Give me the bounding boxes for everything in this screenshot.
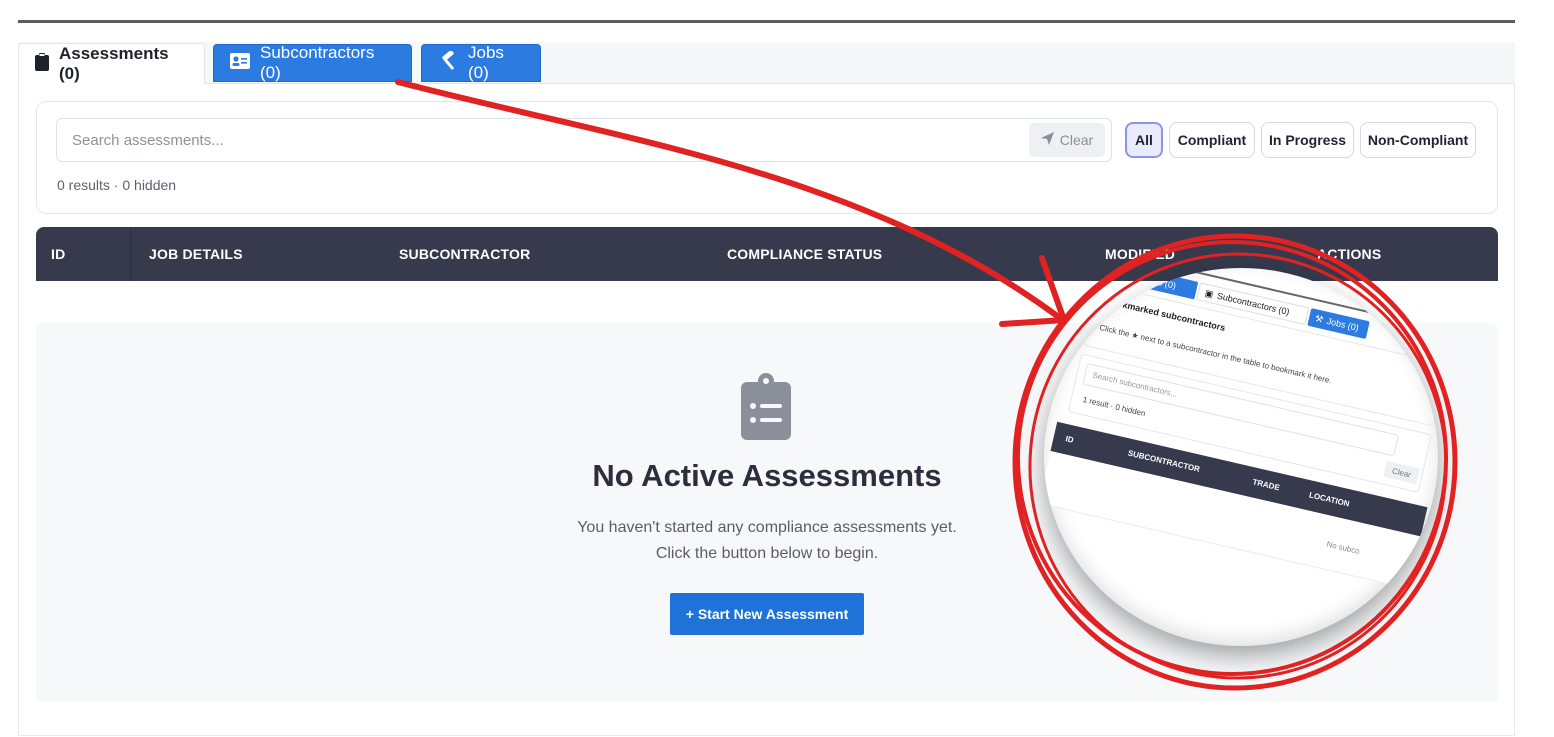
- id-card-icon: [230, 52, 250, 74]
- clipboard-icon: [35, 52, 49, 76]
- tab-label: Assessments (0): [59, 44, 169, 83]
- column-modified[interactable]: MODIFIED: [1105, 246, 1175, 262]
- column-id[interactable]: ID: [51, 246, 65, 262]
- send-icon: [1040, 132, 1054, 148]
- column-actions: ACTIONS: [1317, 246, 1382, 262]
- hammer-icon: [438, 49, 458, 76]
- tab-assessments[interactable]: Assessments (0): [18, 43, 205, 85]
- magnifier-inset: ssessments (0) ▣ Subcontractors (0) ⚒ Jo…: [1044, 268, 1438, 646]
- column-subcontractor[interactable]: SUBCONTRACTOR: [399, 246, 530, 262]
- search-input[interactable]: [72, 128, 1002, 152]
- clipboard-list-icon: [741, 372, 791, 440]
- tab-label: Subcontractors (0): [260, 43, 375, 82]
- filter-non-compliant[interactable]: Non-Compliant: [1360, 122, 1476, 158]
- result-count: 0 results · 0 hidden: [57, 177, 177, 193]
- mini-hammer-icon: ⚒: [1314, 312, 1325, 325]
- tab-label: Jobs (0): [468, 43, 504, 82]
- tab-jobs[interactable]: Jobs (0): [421, 43, 541, 82]
- column-job-details[interactable]: JOB DETAILS: [149, 246, 243, 262]
- clear-label: Clear: [1059, 132, 1094, 148]
- clear-button[interactable]: Clear: [1029, 123, 1105, 157]
- column-compliance-status[interactable]: COMPLIANCE STATUS: [727, 246, 882, 262]
- start-new-assessment-button[interactable]: + Start New Assessment: [670, 593, 864, 635]
- top-divider: [18, 20, 1515, 23]
- mini-id-card-icon: ▣: [1204, 287, 1215, 299]
- magnifier-content: ssessments (0) ▣ Subcontractors (0) ⚒ Jo…: [1044, 268, 1438, 646]
- tab-subcontractors[interactable]: Subcontractors (0): [213, 43, 412, 82]
- filter-compliant[interactable]: Compliant: [1169, 122, 1255, 158]
- filter-in-progress[interactable]: In Progress: [1261, 122, 1354, 158]
- filter-all[interactable]: All: [1125, 122, 1163, 158]
- mini-tab-label: Jobs (0): [1325, 315, 1360, 334]
- column-divider: [130, 227, 131, 281]
